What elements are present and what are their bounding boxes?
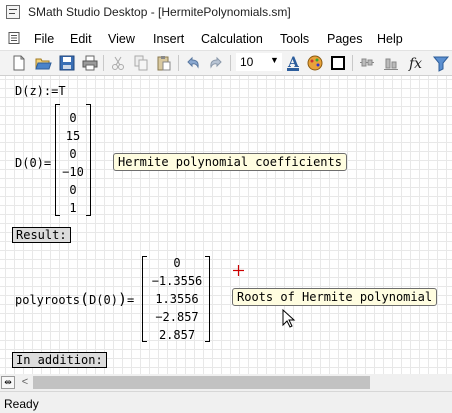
undo-icon[interactable] <box>184 54 202 72</box>
scroll-left-icon[interactable]: < <box>19 375 31 390</box>
status-text: Ready <box>4 397 39 411</box>
border-icon[interactable] <box>329 54 347 72</box>
copy-icon[interactable] <box>132 54 150 72</box>
definition-expression[interactable]: D(z):=T <box>15 84 66 98</box>
paren-open: ( <box>80 290 90 308</box>
equals-sign: = <box>127 293 135 307</box>
document-menu-icon[interactable] <box>8 32 20 44</box>
open-icon[interactable] <box>34 54 52 72</box>
paren-close: ) <box>117 290 127 308</box>
menu-calculation[interactable]: Calculation <box>201 32 263 46</box>
new-document-icon[interactable] <box>10 54 28 72</box>
cut-icon[interactable] <box>109 54 127 72</box>
scrollbar-thumb[interactable] <box>33 376 370 389</box>
matrix-cell: 0 <box>69 147 77 161</box>
menu-view[interactable]: View <box>108 32 135 46</box>
toolbar-separator <box>352 55 353 71</box>
chevron-down-icon[interactable]: ▼ <box>270 55 279 65</box>
filter-icon[interactable] <box>432 54 450 72</box>
menu-help[interactable]: Help <box>377 32 403 46</box>
matrix-cell: 2.857 <box>158 328 196 342</box>
matrix-cell: −1.3556 <box>151 274 203 288</box>
matrix-cell: 0 <box>69 183 77 197</box>
evaluation-lhs[interactable]: D(0)= <box>15 156 51 170</box>
redo-icon[interactable] <box>207 54 225 72</box>
mouse-pointer-icon <box>282 308 296 329</box>
text-color-icon[interactable]: A <box>284 54 302 72</box>
menu-edit[interactable]: Edit <box>70 32 92 46</box>
font-size-value: 10 <box>240 55 254 69</box>
toolbar-separator <box>103 55 104 71</box>
function-argument: D(0) <box>89 293 118 307</box>
result-label[interactable]: Result: <box>12 227 71 243</box>
function-name: polyroots <box>15 293 81 307</box>
paste-icon[interactable] <box>155 54 173 72</box>
align-bottom-icon[interactable] <box>382 54 400 72</box>
matrix-cell: 15 <box>65 129 81 143</box>
matrix-cell: 0 <box>69 111 77 125</box>
definition-operator: := <box>43 84 59 98</box>
status-bar <box>0 391 452 413</box>
matrix-cell: 0 <box>173 256 181 270</box>
print-icon[interactable] <box>81 54 99 72</box>
function-icon[interactable]: fx <box>408 54 426 72</box>
insertion-cursor-icon <box>233 265 244 276</box>
matrix-cell: 1 <box>69 201 77 215</box>
annotation-coefficients[interactable]: Hermite polynomial coefficients <box>113 153 347 171</box>
align-icon[interactable] <box>358 54 376 72</box>
matrix-cell: 1.3556 <box>155 292 199 306</box>
split-view-icon[interactable]: ⇹ <box>1 376 15 389</box>
menu-tools[interactable]: Tools <box>280 32 309 46</box>
in-addition-label[interactable]: In addition: <box>12 352 107 368</box>
matrix-cell: −10 <box>62 165 84 179</box>
window-title: SMath Studio Desktop - [HermitePolynomia… <box>28 5 291 19</box>
matrix-cell: −2.857 <box>155 310 199 324</box>
menu-insert[interactable]: Insert <box>153 32 184 46</box>
svg-text:fx: fx <box>408 56 422 72</box>
definition-lhs: D(z) <box>15 84 44 98</box>
annotation-roots[interactable]: Roots of Hermite polynomial <box>232 288 438 306</box>
toolbar-separator <box>178 55 179 71</box>
polyroots-expression[interactable]: polyroots(D(0))= <box>15 290 134 308</box>
fill-color-icon[interactable] <box>306 54 324 72</box>
app-logo-icon <box>6 5 20 19</box>
save-icon[interactable] <box>58 54 76 72</box>
definition-rhs: T <box>58 84 66 98</box>
menu-file[interactable]: File <box>34 32 54 46</box>
toolbar-separator <box>230 55 231 71</box>
worksheet-canvas[interactable]: D(z):=T D(0)= 0 15 0 −10 0 1 Hermite pol… <box>0 76 452 374</box>
menu-pages[interactable]: Pages <box>327 32 362 46</box>
